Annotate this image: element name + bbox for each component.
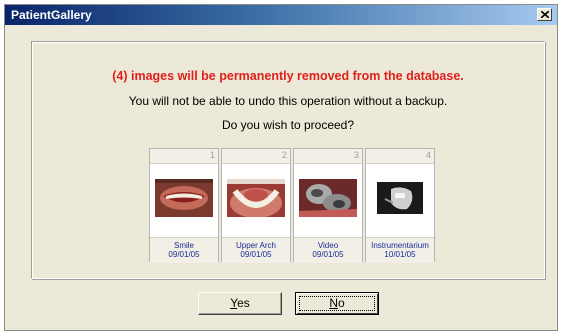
xray-photo-icon xyxy=(371,179,429,217)
no-button-label: No xyxy=(329,296,344,310)
warning-message: (4) images will be permanently removed f… xyxy=(112,69,464,83)
image-card-video[interactable]: 3 Video 09/01/05 xyxy=(293,148,363,263)
image-date: 09/01/05 xyxy=(312,250,344,259)
card-number: 3 xyxy=(353,150,359,160)
confirm-delete-dialog: PatientGallery (4) images will be perman… xyxy=(4,4,558,331)
undo-note: You will not be able to undo this operat… xyxy=(128,94,448,108)
card-header xyxy=(294,149,362,164)
card-number: 2 xyxy=(281,150,287,160)
card-caption: Instrumentarium 10/01/05 xyxy=(366,237,434,263)
image-card-upper-arch[interactable]: 2 Upper Arch 09/01/05 xyxy=(221,148,291,263)
card-number: 1 xyxy=(209,150,215,160)
image-name: Smile xyxy=(173,241,194,250)
window-title: PatientGallery xyxy=(11,8,92,22)
card-header xyxy=(222,149,290,164)
proceed-question: Do you wish to proceed? xyxy=(221,118,355,132)
title-bar[interactable]: PatientGallery xyxy=(5,5,557,25)
no-hotkey: N xyxy=(329,296,338,310)
smile-photo-icon xyxy=(155,179,213,217)
card-caption: Smile 09/01/05 xyxy=(150,237,218,263)
image-date: 10/01/05 xyxy=(384,250,416,259)
image-name: Video xyxy=(317,241,339,250)
no-label-rest: o xyxy=(337,296,345,310)
close-button[interactable] xyxy=(537,8,552,21)
close-icon xyxy=(541,11,549,18)
image-card-smile[interactable]: 1 Smile 09/01/05 xyxy=(149,148,219,263)
image-name: Instrumentarium xyxy=(371,241,429,250)
image-card-instrumentarium[interactable]: 4 Instrumentarium 10/01/05 xyxy=(365,148,435,263)
card-caption: Upper Arch 09/01/05 xyxy=(222,237,290,263)
yes-button[interactable]: Yes xyxy=(198,292,282,315)
yes-button-label: Yes xyxy=(230,296,250,310)
yes-label-rest: es xyxy=(237,296,250,310)
image-date: 09/01/05 xyxy=(240,250,272,259)
upper-arch-photo-icon xyxy=(227,179,285,217)
card-number: 4 xyxy=(425,150,431,160)
card-header xyxy=(366,149,434,164)
card-header xyxy=(150,149,218,164)
message-panel: (4) images will be permanently removed f… xyxy=(31,41,545,279)
video-frame-photo-icon xyxy=(299,179,357,217)
image-date: 09/01/05 xyxy=(168,250,200,259)
image-name: Upper Arch xyxy=(235,241,277,250)
card-caption: Video 09/01/05 xyxy=(294,237,362,263)
no-button[interactable]: No xyxy=(295,292,379,315)
